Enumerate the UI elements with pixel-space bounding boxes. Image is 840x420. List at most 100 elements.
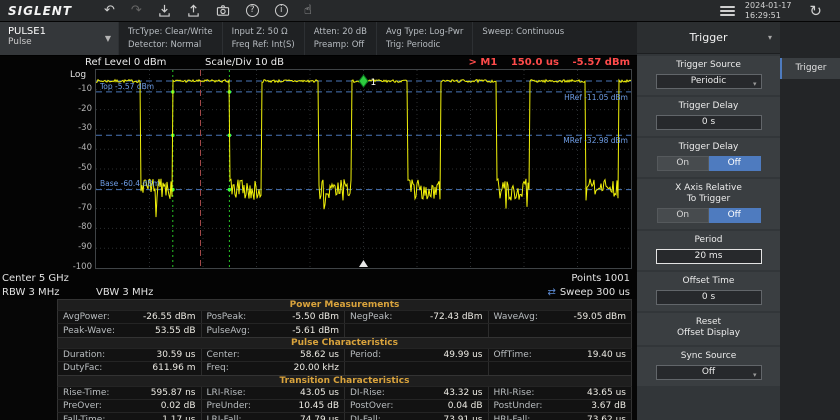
menu-item-reset-offset-display[interactable]: Reset Offset Display (637, 313, 780, 345)
y-tick-label: -100 (64, 262, 92, 272)
on-off-toggle: OnOff (657, 208, 761, 223)
date-text: 2024-01-17 (745, 1, 792, 11)
menu-item-label: Trigger Delay (637, 142, 780, 153)
cell-value: 611.96 m (152, 363, 195, 373)
info-icon[interactable]: i (275, 4, 288, 17)
y-axis-mode-label: Log (70, 70, 86, 80)
cell-value: -59.05 dBm (573, 312, 626, 322)
menu-item-trigger-delay[interactable]: Trigger Delay0 s (637, 97, 780, 136)
toggle-off[interactable]: Off (709, 156, 761, 171)
measurement-mode-dropdown[interactable]: PULSE1 Pulse ▼ (0, 22, 118, 55)
trigger-position-icon (359, 260, 368, 267)
cell-label: PostUnder: (494, 401, 543, 411)
center-freq-readout: Center 5 GHz (2, 273, 69, 284)
refresh-icon[interactable]: ↻ (809, 0, 822, 22)
cell-value: 43.05 us (300, 388, 339, 398)
table-cell: PreOver:0.02 dB (58, 400, 202, 412)
cell-label: HRI-Rise: (494, 388, 535, 398)
trace-chart: Ref Level 0 dBm Scale/Div 10 dB > M1 150… (0, 56, 637, 299)
cell-value: 20.00 kHz (294, 363, 339, 373)
value-box[interactable]: 0 s (656, 115, 762, 130)
cell-label: DutyFac: (63, 363, 102, 373)
cell-value: 595.87 ns (151, 388, 196, 398)
cell-value: 43.32 us (443, 388, 482, 398)
table-row: Fall-Time:1.17 usLRI-Fall:74.79 usDI-Fal… (57, 412, 632, 420)
cell-label: PreUnder: (207, 401, 251, 411)
marker-readout-y: -5.57 dBm (572, 57, 630, 68)
y-tick-label: -70 (64, 203, 92, 213)
value-box[interactable]: 20 ms (656, 249, 762, 264)
menu-panel-header[interactable]: Trigger ▾ (637, 22, 780, 54)
table-cell: Center:58.62 us (202, 349, 346, 361)
cell-value: 10.45 dB (298, 401, 339, 411)
cell-value: 1.17 us (162, 415, 195, 420)
menu-item-label: Period (637, 235, 780, 246)
menu-item-x-axis-relative-to-trigger[interactable]: X Axis Relative To TriggerOnOff (637, 179, 780, 229)
table-cell: Period:49.99 us (345, 349, 489, 361)
marker-readout: > M1 150.0 us -5.57 dBm (469, 57, 630, 68)
marker-readout-x: 150.0 us (511, 57, 559, 68)
cell-value: 73.62 us (587, 415, 626, 420)
cell-value: -72.43 dBm (430, 312, 483, 322)
pulse-ref-label: HRef -11.05 dBm (564, 93, 628, 102)
table-cell: PostOver:0.04 dB (345, 400, 489, 412)
mode-sub: Pulse (8, 37, 110, 47)
table-cell: PulseAvg:-5.61 dBm (202, 324, 346, 336)
config-group: TrcType: Clear/WriteDetector: Normal (118, 22, 222, 55)
redo-icon[interactable]: ↷ (131, 0, 142, 22)
table-cell: PosPeak:-5.50 dBm (202, 311, 346, 323)
table-cell: Freq:20.00 kHz (202, 362, 346, 374)
menu-item-value: 0 s (702, 117, 715, 127)
dropdown-value-box[interactable]: Periodic▾ (656, 74, 762, 89)
table-cell: LRI-Rise:43.05 us (202, 387, 346, 399)
table-cell (489, 362, 632, 374)
undo-icon[interactable]: ↶ (104, 0, 115, 22)
cell-label: Period: (350, 350, 381, 360)
save-icon[interactable] (158, 4, 171, 17)
table-cell: HRI-Fall:73.62 us (489, 413, 632, 420)
chevron-down-icon: ▾ (753, 369, 757, 382)
on-off-toggle: OnOff (657, 156, 761, 171)
spectrum-analyzer-app: SIGLENT ↶ ↷ ? i ☝ 2024-01-17 16:29:51 ↻ … (0, 0, 840, 420)
y-tick-label: -40 (64, 143, 92, 153)
table-cell: DI-Rise:43.32 us (345, 387, 489, 399)
top-toolbar: SIGLENT ↶ ↷ ? i ☝ 2024-01-17 16:29:51 ↻ (0, 0, 840, 22)
cell-label: Peak-Wave: (63, 326, 115, 336)
config-line: Freq Ref: Int(S) (232, 39, 295, 52)
cell-value: 74.79 us (300, 415, 339, 420)
config-line: TrcType: Clear/Write (128, 26, 213, 39)
menu-item-period[interactable]: Period 20 ms (637, 231, 780, 270)
config-line: Trig: Periodic (386, 39, 463, 52)
dropdown-value-box[interactable]: Off▾ (656, 365, 762, 380)
menu-item-trigger-source[interactable]: Trigger SourcePeriodic▾ (637, 56, 780, 95)
help-icon[interactable]: ? (246, 4, 259, 17)
tab-trigger[interactable]: Trigger (780, 58, 840, 79)
config-group: Input Z: 50 ΩFreq Ref: Int(S) (222, 22, 304, 55)
menu-tab-strip: Trigger (780, 22, 840, 420)
config-group: Sweep: Continuous (472, 22, 573, 55)
table-cell (489, 324, 632, 336)
time-text: 16:29:51 (745, 11, 792, 21)
screenshot-camera-icon[interactable] (216, 4, 230, 17)
menu-item-label: Reset Offset Display (637, 317, 780, 339)
config-line: Avg Type: Log-Pwr (386, 26, 463, 39)
table-cell: DI-Fall:73.91 us (345, 413, 489, 420)
display-menu-icon[interactable] (720, 4, 735, 18)
cell-value: 43.65 us (587, 388, 626, 398)
menu-item-trigger-delay[interactable]: Trigger Delay OnOff (637, 138, 780, 177)
value-box[interactable]: 0 s (656, 290, 762, 305)
cell-value: 58.62 us (300, 350, 339, 360)
menu-item-sync-source[interactable]: Sync SourceOff▾ (637, 347, 780, 386)
cell-label: WaveAvg: (494, 312, 538, 322)
menu-item-offset-time[interactable]: Offset Time0 s (637, 272, 780, 311)
marker-diamond[interactable] (359, 75, 368, 87)
touch-icon[interactable]: ☝ (304, 0, 312, 22)
toggle-off[interactable]: Off (709, 208, 761, 223)
table-section-header: Pulse Characteristics (57, 337, 632, 348)
table-cell: WaveAvg: -59.05 dBm (489, 311, 632, 323)
recall-icon[interactable] (187, 4, 200, 17)
cell-value: 73.91 us (443, 415, 482, 420)
siglent-logo: SIGLENT (8, 4, 96, 18)
toggle-on[interactable]: On (657, 208, 710, 223)
toggle-on[interactable]: On (657, 156, 710, 171)
